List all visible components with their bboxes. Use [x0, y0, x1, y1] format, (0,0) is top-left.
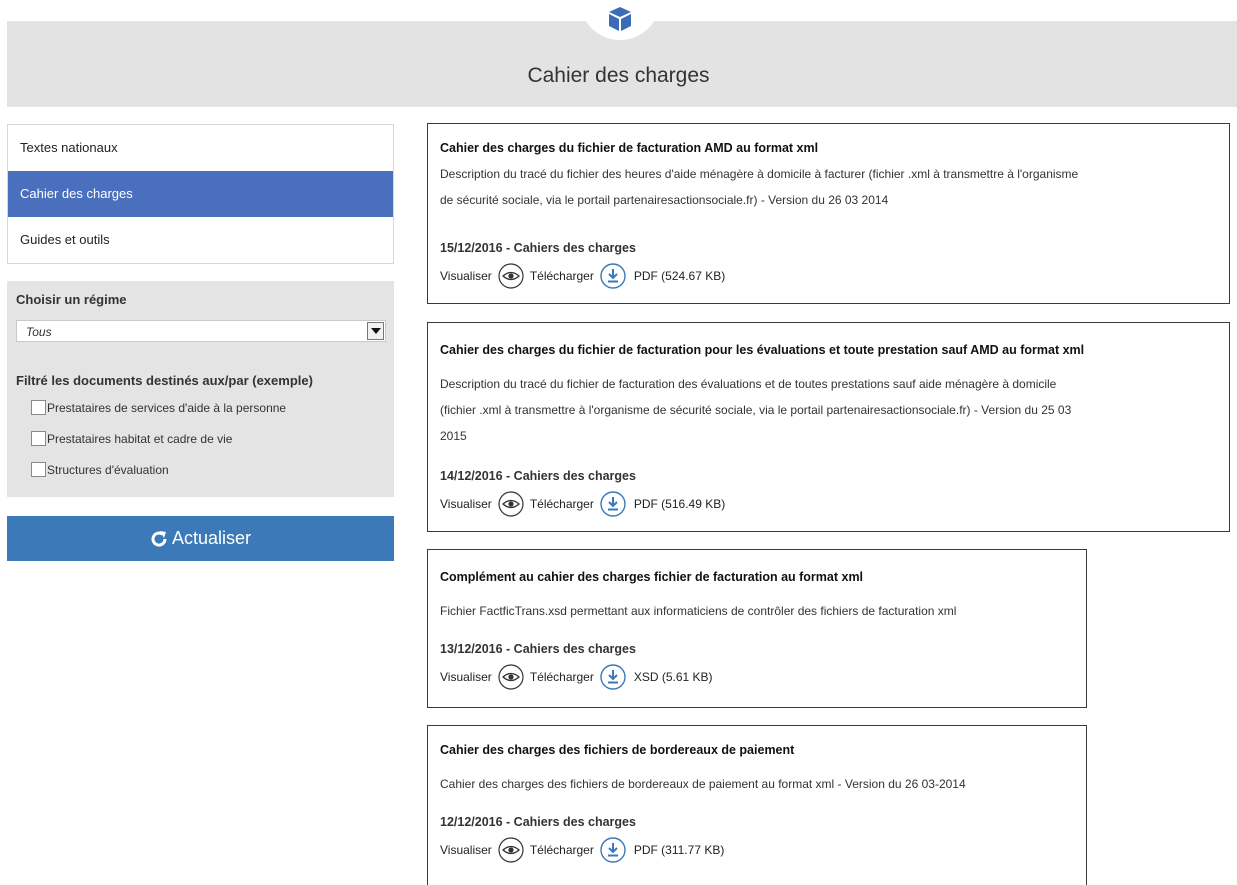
description-line: Description du tracé du fichier des heur…	[440, 167, 1079, 181]
refresh-icon	[151, 530, 167, 547]
download-label[interactable]: Télécharger	[530, 497, 594, 511]
filter-panel: Choisir un régime Tous Filtré les docume…	[7, 281, 394, 497]
checkbox[interactable]	[31, 462, 46, 477]
regime-label: Choisir un régime	[16, 292, 127, 307]
view-label[interactable]: Visualiser	[440, 269, 492, 283]
regime-select-value: Tous	[26, 325, 52, 339]
section-nav: Textes nationaux Cahier des charges Guid…	[7, 124, 394, 264]
document-card: Cahier des charges des fichiers de borde…	[427, 725, 1087, 885]
document-actions: Visualiser Télécharger PDF (524.67 KB)	[440, 262, 725, 290]
document-title[interactable]: Complément au cahier des charges fichier…	[440, 570, 863, 584]
document-card: Complément au cahier des charges fichier…	[427, 549, 1087, 708]
refresh-button[interactable]: Actualiser	[7, 516, 394, 561]
view-label[interactable]: Visualiser	[440, 843, 492, 857]
document-title[interactable]: Cahier des charges des fichiers de borde…	[440, 743, 794, 757]
eye-icon[interactable]	[498, 263, 524, 289]
file-info: PDF (311.77 KB)	[633, 843, 725, 857]
document-title[interactable]: Cahier des charges du fichier de factura…	[440, 343, 1084, 357]
download-icon[interactable]	[600, 664, 626, 690]
regime-select[interactable]: Tous	[16, 320, 386, 342]
file-info: PDF (524.67 KB)	[633, 269, 726, 283]
eye-icon[interactable]	[498, 491, 524, 517]
checkbox[interactable]	[31, 431, 46, 446]
documents-filter-label: Filtré les documents destinés aux/par (e…	[16, 373, 313, 388]
file-info: PDF (516.49 KB)	[633, 497, 726, 511]
document-description: Description du tracé du fichier des heur…	[440, 161, 1078, 213]
document-title[interactable]: Cahier des charges du fichier de factura…	[440, 141, 818, 155]
nav-item-textes-nationaux[interactable]: Textes nationaux	[8, 125, 393, 171]
checkbox-label: Prestataires de services d'aide à la per…	[47, 401, 287, 415]
document-meta: 14/12/2016 - Cahiers des charges	[440, 469, 636, 483]
eye-icon[interactable]	[498, 837, 524, 863]
document-actions: Visualiser Télécharger PDF (311.77 KB)	[440, 836, 724, 864]
nav-item-cahier-des-charges[interactable]: Cahier des charges	[8, 171, 393, 217]
document-description: Description du tracé du fichier de factu…	[440, 371, 1071, 449]
document-actions: Visualiser Télécharger PDF (516.49 KB)	[440, 490, 725, 518]
description-line: 2015	[440, 429, 467, 443]
nav-item-guides-et-outils[interactable]: Guides et outils	[8, 217, 393, 263]
checkbox-label: Prestataires habitat et cadre de vie	[47, 432, 233, 446]
description-line: de sécurité sociale, via le portail part…	[440, 193, 889, 207]
document-meta: 15/12/2016 - Cahiers des charges	[440, 241, 636, 255]
document-description: Cahier des charges des fichiers de borde…	[440, 771, 966, 797]
checkbox-label: Structures d'évaluation	[47, 463, 169, 477]
document-meta: 13/12/2016 - Cahiers des charges	[440, 642, 636, 656]
download-icon[interactable]	[600, 837, 626, 863]
refresh-label: Actualiser	[171, 528, 252, 548]
document-card: Cahier des charges du fichier de factura…	[427, 123, 1230, 304]
download-icon[interactable]	[600, 491, 626, 517]
view-label[interactable]: Visualiser	[440, 670, 492, 684]
document-description: Fichier FactficTrans.xsd permettant aux …	[440, 598, 956, 624]
page-title: Cahier des charges	[527, 64, 710, 87]
description-line: Description du tracé du fichier de factu…	[440, 377, 1057, 391]
download-label[interactable]: Télécharger	[530, 843, 594, 857]
description-line: Fichier FactficTrans.xsd permettant aux …	[440, 604, 957, 618]
description-line: (fichier .xml à transmettre à l'organism…	[440, 403, 1072, 417]
file-info: XSD (5.61 KB)	[633, 670, 713, 684]
document-meta: 12/12/2016 - Cahiers des charges	[440, 815, 636, 829]
description-line: Cahier des charges des fichiers de borde…	[440, 777, 966, 791]
document-card: Cahier des charges du fichier de factura…	[427, 322, 1230, 532]
download-label[interactable]: Télécharger	[530, 670, 594, 684]
download-label[interactable]: Télécharger	[530, 269, 594, 283]
view-label[interactable]: Visualiser	[440, 497, 492, 511]
eye-icon[interactable]	[498, 664, 524, 690]
chevron-down-icon[interactable]	[367, 322, 384, 340]
checkbox[interactable]	[31, 400, 46, 415]
document-actions: Visualiser Télécharger XSD (5.61 KB)	[440, 663, 713, 691]
download-icon[interactable]	[600, 263, 626, 289]
cube-icon	[609, 7, 631, 31]
